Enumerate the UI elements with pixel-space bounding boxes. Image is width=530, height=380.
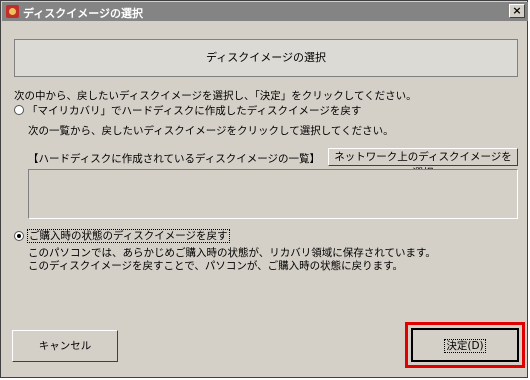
radio-factory-label[interactable]: ご購入時の状態のディスクイメージを戻す (27, 228, 230, 243)
radio-recovery-label[interactable]: 「マイリカバリ」でハードディスクに作成したディスクイメージを戻す (27, 103, 361, 118)
ok-button[interactable]: 決定(D) (411, 328, 519, 362)
network-image-button[interactable]: ネットワーク上のディスクイメージを選択 (328, 148, 518, 179)
ok-button-label: 決定(D) (444, 339, 486, 353)
instruction-text: 次の中から、戻したいディスクイメージを選択し、「決定」をクリックしてください。 (14, 90, 417, 102)
dialog-window: ディスクイメージの選択 × ディスクイメージの選択 次の中から、戻したいディスク… (0, 0, 528, 378)
recovery-subtext: 次の一覧から、戻したいディスクイメージをクリックして選択してください。 (28, 125, 394, 137)
cancel-button[interactable]: キャンセル (12, 330, 118, 362)
app-icon (6, 5, 19, 18)
header-title: ディスクイメージの選択 (205, 51, 326, 64)
radio-recovery[interactable] (14, 105, 24, 115)
title-bar: ディスクイメージの選択 × (2, 2, 528, 21)
factory-desc-2: このディスクイメージを戻すことで、パソコンが、ご購入時の状態に戻ります。 (28, 260, 404, 272)
header-box: ディスクイメージの選択 (14, 39, 518, 77)
radio-factory-label-text: ご購入時の状態のディスクイメージを戻す (27, 229, 230, 243)
radio-factory[interactable] (14, 231, 24, 241)
list-label: 【ハードディスクに作成されているディスクイメージの一覧】 (28, 153, 321, 165)
close-button[interactable]: × (509, 4, 525, 18)
disk-image-list[interactable] (28, 169, 518, 219)
window-title: ディスクイメージの選択 (23, 7, 144, 20)
